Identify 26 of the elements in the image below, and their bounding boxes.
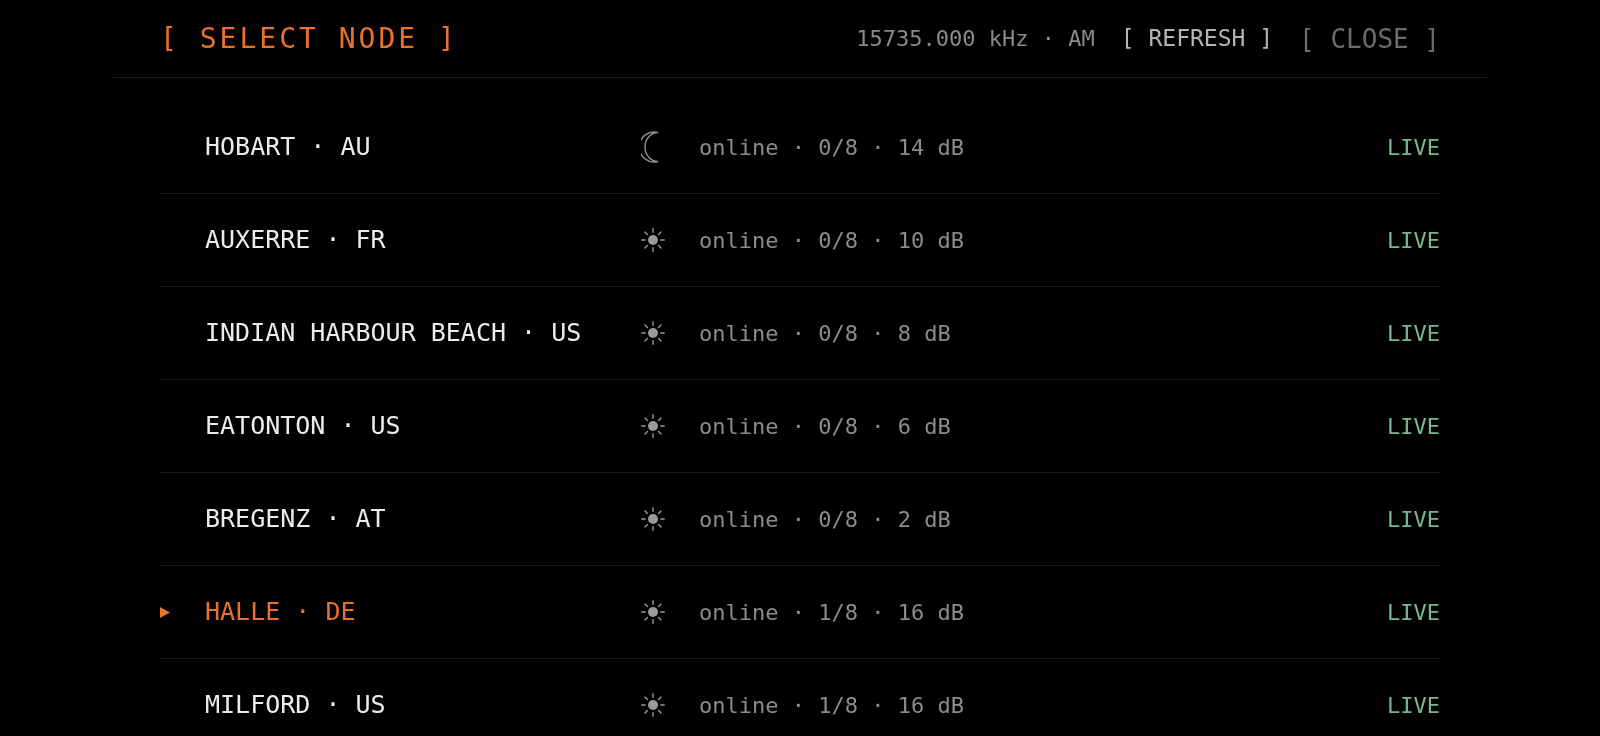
node-name: EATONTON · US: [205, 410, 402, 443]
node-status: online · 0/8 · 8 dB: [699, 319, 951, 348]
node-name: HOBART · AU: [205, 131, 372, 164]
selection-marker-icon: [160, 606, 170, 618]
node-name: INDIAN HARBOUR BEACH · US: [205, 317, 583, 350]
node-name: AUXERRE · FR: [205, 224, 387, 257]
node-name: BREGENZ · AT: [205, 503, 387, 536]
node-name: HALLE · DE: [205, 596, 357, 629]
frequency-readout: 15735.000 kHz · AM: [856, 25, 1095, 53]
live-status-label: LIVE: [1387, 226, 1440, 255]
node-status: online · 0/8 · 2 dB: [699, 505, 951, 534]
live-status-label: LIVE: [1387, 505, 1440, 534]
live-status-label: LIVE: [1387, 133, 1440, 162]
live-status-label: LIVE: [1387, 691, 1440, 720]
close-button[interactable]: [ CLOSE ]: [1299, 25, 1440, 52]
live-status-label: LIVE: [1387, 598, 1440, 627]
live-status-label: LIVE: [1387, 319, 1440, 348]
node-status: online · 1/8 · 16 dB: [699, 691, 964, 720]
node-status: online · 1/8 · 16 dB: [699, 598, 964, 627]
dialog-title: [ SELECT NODE ]: [160, 20, 458, 57]
node-name: MILFORD · US: [205, 689, 387, 722]
live-status-label: LIVE: [1387, 412, 1440, 441]
refresh-button[interactable]: [ REFRESH ]: [1120, 27, 1274, 50]
node-status: online · 0/8 · 6 dB: [699, 412, 951, 441]
node-status: online · 0/8 · 10 dB: [699, 226, 964, 255]
node-status: online · 0/8 · 14 dB: [699, 133, 964, 162]
